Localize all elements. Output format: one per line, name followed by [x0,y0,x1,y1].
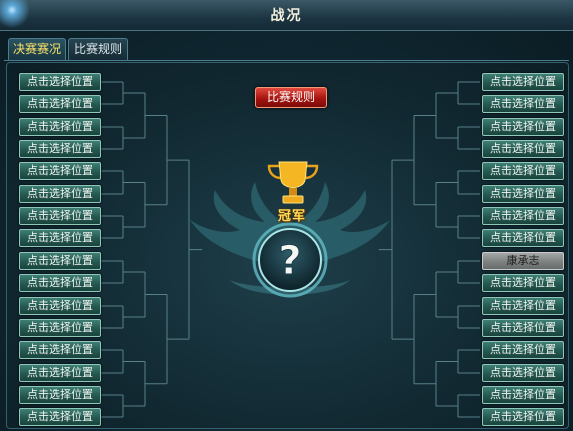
right-slot-15[interactable]: 点击选择位置 [482,386,564,404]
left-slot-7[interactable]: 点击选择位置 [19,207,101,225]
right-slot-2[interactable]: 点击选择位置 [482,95,564,113]
left-slot-15[interactable]: 点击选择位置 [19,386,101,404]
left-slot-8[interactable]: 点击选择位置 [19,229,101,247]
left-slot-9[interactable]: 点击选择位置 [19,252,101,270]
left-slot-1[interactable]: 点击选择位置 [19,73,101,91]
right-slot-6[interactable]: 点击选择位置 [482,185,564,203]
right-slot-12[interactable]: 点击选择位置 [482,319,564,337]
rules-button[interactable]: 比赛规则 [255,87,327,108]
right-slot-3[interactable]: 点击选择位置 [482,118,564,136]
right-slot-16[interactable]: 点击选择位置 [482,408,564,426]
left-slot-11[interactable]: 点击选择位置 [19,297,101,315]
left-slot-13[interactable]: 点击选择位置 [19,341,101,359]
trophy-icon [267,161,319,204]
left-slot-5[interactable]: 点击选择位置 [19,162,101,180]
mystery-champion-icon: ? [252,222,328,298]
right-slot-8[interactable]: 点击选择位置 [482,229,564,247]
right-slot-1[interactable]: 点击选择位置 [482,73,564,91]
right-slot-13[interactable]: 点击选择位置 [482,341,564,359]
right-slot-9[interactable]: 康承志 [482,252,564,270]
right-slot-7[interactable]: 点击选择位置 [482,207,564,225]
tournament-window: 战况 决赛赛况 比赛规则 比赛规则 冠军 ? 点击选择位置 点击选择位置 点击选择位… [0,0,573,431]
left-slot-14[interactable]: 点击选择位置 [19,364,101,382]
left-slot-3[interactable]: 点击选择位置 [19,118,101,136]
left-slot-2[interactable]: 点击选择位置 [19,95,101,113]
left-slot-4[interactable]: 点击选择位置 [19,140,101,158]
right-slot-4[interactable]: 点击选择位置 [482,140,564,158]
question-mark: ? [278,238,301,284]
left-slot-16[interactable]: 点击选择位置 [19,408,101,426]
right-slot-5[interactable]: 点击选择位置 [482,162,564,180]
left-slot-6[interactable]: 点击选择位置 [19,185,101,203]
left-slot-10[interactable]: 点击选择位置 [19,274,101,292]
right-slot-14[interactable]: 点击选择位置 [482,364,564,382]
right-slot-10[interactable]: 点击选择位置 [482,274,564,292]
right-slot-11[interactable]: 点击选择位置 [482,297,564,315]
left-slot-12[interactable]: 点击选择位置 [19,319,101,337]
